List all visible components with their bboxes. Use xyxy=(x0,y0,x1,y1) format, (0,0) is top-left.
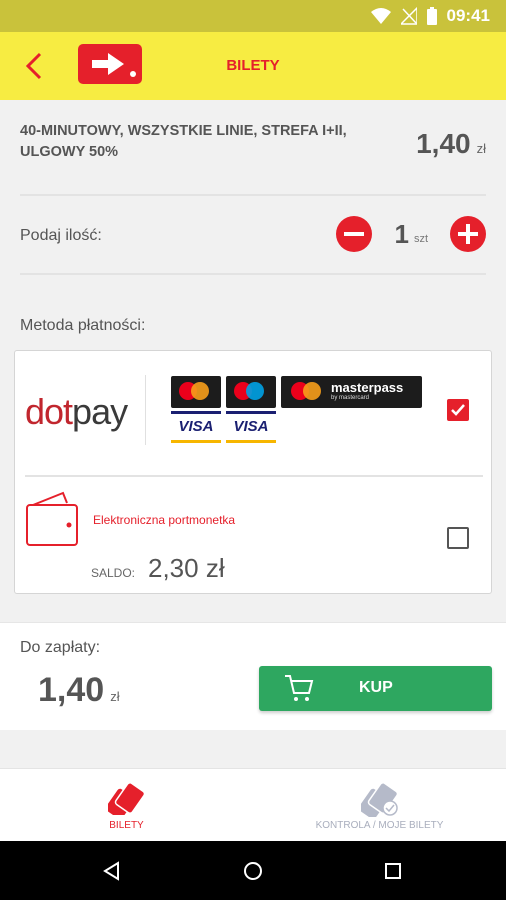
payment-methods-panel: dotpay masterpass by mastercard VISA VIS… xyxy=(14,350,492,594)
quantity-unit: szt xyxy=(413,233,428,245)
system-nav-bar xyxy=(0,841,506,900)
amount-due-currency: zł xyxy=(110,689,120,704)
amount-due-label: Do zapłaty: xyxy=(20,639,101,656)
tickets-icon xyxy=(108,782,146,815)
saldo-value: 2,30 zł xyxy=(148,553,225,583)
divider xyxy=(25,475,483,477)
mastercard-icon xyxy=(171,376,221,408)
tab-kontrola[interactable]: KONTROLA / MOJE BILETY xyxy=(253,769,506,842)
wallet-checkbox[interactable] xyxy=(447,527,469,549)
amount-due-value: 1,40 xyxy=(38,671,105,709)
nav-home-icon[interactable] xyxy=(243,861,263,881)
saldo-label: SALDO: xyxy=(91,566,136,580)
wallet-icon xyxy=(26,491,78,546)
payment-method-label: Metoda płatności: xyxy=(20,317,146,334)
plus-button[interactable] xyxy=(450,216,486,252)
app-bar: BILETY xyxy=(0,32,506,100)
battery-icon xyxy=(426,7,437,25)
minus-button[interactable] xyxy=(336,216,373,252)
cart-icon xyxy=(285,675,314,701)
product-price-currency: zł xyxy=(476,141,486,156)
status-bar: 09:41 xyxy=(0,0,506,32)
tab-kontrola-label: KONTROLA / MOJE BILETY xyxy=(315,820,444,831)
checkmark-icon xyxy=(451,404,465,416)
buy-button-label: KUP xyxy=(359,679,393,696)
divider xyxy=(145,375,146,445)
amount-due: 1,40 zł xyxy=(38,671,120,710)
wallet-label: Elektroniczna portmonetka xyxy=(93,513,236,527)
tab-bilety-label: BILETY xyxy=(109,820,144,831)
product-price: 1,40 zł xyxy=(416,128,486,160)
dotpay-checkbox[interactable] xyxy=(447,399,469,421)
visa-electron-icon: VISA xyxy=(226,411,276,443)
bottom-tab-bar: BILETY KONTROLA / MOJE BILETY xyxy=(0,768,506,841)
maestro-icon xyxy=(226,376,276,408)
masterpass-icon: masterpass by mastercard xyxy=(281,376,422,408)
quantity-stepper: 1 szt xyxy=(336,216,486,252)
summary-panel: Do zapłaty: 1,40 zł KUP xyxy=(0,622,506,730)
quantity-value: 1 xyxy=(394,218,409,249)
visa-icon: VISA xyxy=(171,411,221,443)
minus-icon xyxy=(344,232,365,236)
status-icons: 09:41 xyxy=(370,6,490,26)
dotpay-logo: dotpay xyxy=(25,391,128,432)
nav-recents-icon[interactable] xyxy=(384,862,402,880)
wifi-icon xyxy=(370,8,391,24)
buy-button[interactable]: KUP xyxy=(259,666,492,711)
divider xyxy=(20,194,486,196)
product-name: 40-MINUTOWY, WSZYSTKIE LINIE, STREFA I+I… xyxy=(20,123,347,160)
product-price-value: 1,40 xyxy=(416,128,471,159)
tickets-check-icon xyxy=(361,782,399,817)
nav-back-icon[interactable] xyxy=(102,861,122,881)
divider xyxy=(20,273,486,275)
signal-off-icon xyxy=(400,7,417,25)
page-title: BILETY xyxy=(226,57,280,74)
status-time: 09:41 xyxy=(446,6,490,25)
tab-bilety[interactable]: BILETY xyxy=(0,769,253,842)
quantity-label: Podaj ilość: xyxy=(20,227,102,244)
